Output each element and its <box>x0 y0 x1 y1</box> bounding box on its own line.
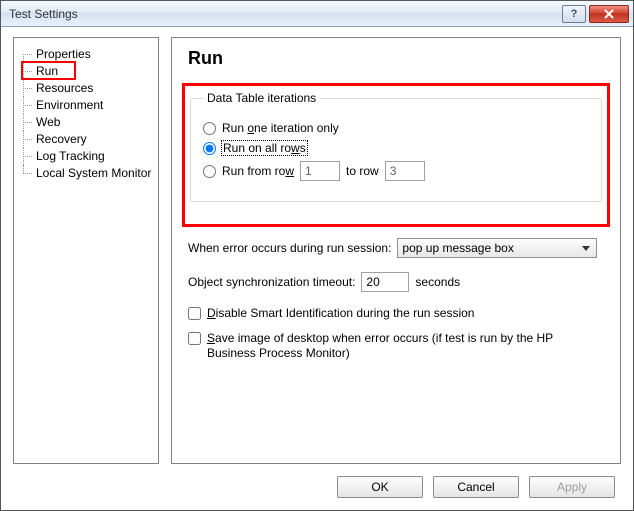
close-icon <box>603 9 615 19</box>
tree-item-properties[interactable]: Properties <box>18 46 154 63</box>
page-title: Run <box>188 48 604 69</box>
tree-item-resources[interactable]: Resources <box>18 80 154 97</box>
data-table-iterations-group: Data Table iterations Run one iteration … <box>190 91 602 202</box>
from-row-input[interactable] <box>300 161 340 181</box>
checkbox-disable-smart-id-label: Disable Smart Identification during the … <box>207 306 474 321</box>
tree-item-run[interactable]: Run <box>18 63 154 80</box>
error-action-select[interactable]: pop up message box <box>397 238 597 258</box>
test-settings-dialog: Test Settings ? Properties Run Resources <box>0 0 634 511</box>
timeout-unit: seconds <box>415 275 460 289</box>
to-row-label: to row <box>346 164 379 178</box>
ok-button[interactable]: OK <box>337 476 423 498</box>
titlebar: Test Settings ? <box>1 1 633 27</box>
radio-all-rows[interactable] <box>203 142 216 155</box>
content-panel: Run Data Table iterations Run one iterat… <box>171 37 621 464</box>
radio-from-row[interactable] <box>203 165 216 178</box>
window-title: Test Settings <box>9 7 562 21</box>
checkbox-save-image[interactable] <box>188 332 201 345</box>
help-button[interactable]: ? <box>562 5 586 23</box>
radio-one-iteration[interactable] <box>203 122 216 135</box>
client-area: Properties Run Resources Environment Web… <box>1 27 633 510</box>
dialog-button-bar: OK Cancel Apply <box>1 470 633 510</box>
cancel-button[interactable]: Cancel <box>433 476 519 498</box>
timeout-label: Object synchronization timeout: <box>188 275 355 289</box>
radio-one-iteration-label: Run one iteration only <box>222 121 339 135</box>
tree-item-local-system-monitor[interactable]: Local System Monitor <box>18 165 154 182</box>
tree-item-recovery[interactable]: Recovery <box>18 131 154 148</box>
to-row-input[interactable] <box>385 161 425 181</box>
tree-item-log-tracking[interactable]: Log Tracking <box>18 148 154 165</box>
timeout-input[interactable] <box>361 272 409 292</box>
category-tree: Properties Run Resources Environment Web… <box>18 46 154 182</box>
error-action-value: pop up message box <box>402 241 513 255</box>
radio-from-row-label: Run from row <box>222 164 294 178</box>
checkbox-save-image-label: Save image of desktop when error occurs … <box>207 331 567 361</box>
tree-item-web[interactable]: Web <box>18 114 154 131</box>
category-tree-panel: Properties Run Resources Environment Web… <box>13 37 159 464</box>
error-action-label: When error occurs during run session: <box>188 241 391 255</box>
checkbox-disable-smart-id[interactable] <box>188 307 201 320</box>
close-button[interactable] <box>589 5 629 23</box>
radio-all-rows-label: Run on all rows <box>222 141 307 155</box>
chevron-down-icon <box>578 241 594 255</box>
tree-item-environment[interactable]: Environment <box>18 97 154 114</box>
apply-button[interactable]: Apply <box>529 476 615 498</box>
group-legend: Data Table iterations <box>203 91 320 105</box>
titlebar-buttons: ? <box>562 5 629 23</box>
